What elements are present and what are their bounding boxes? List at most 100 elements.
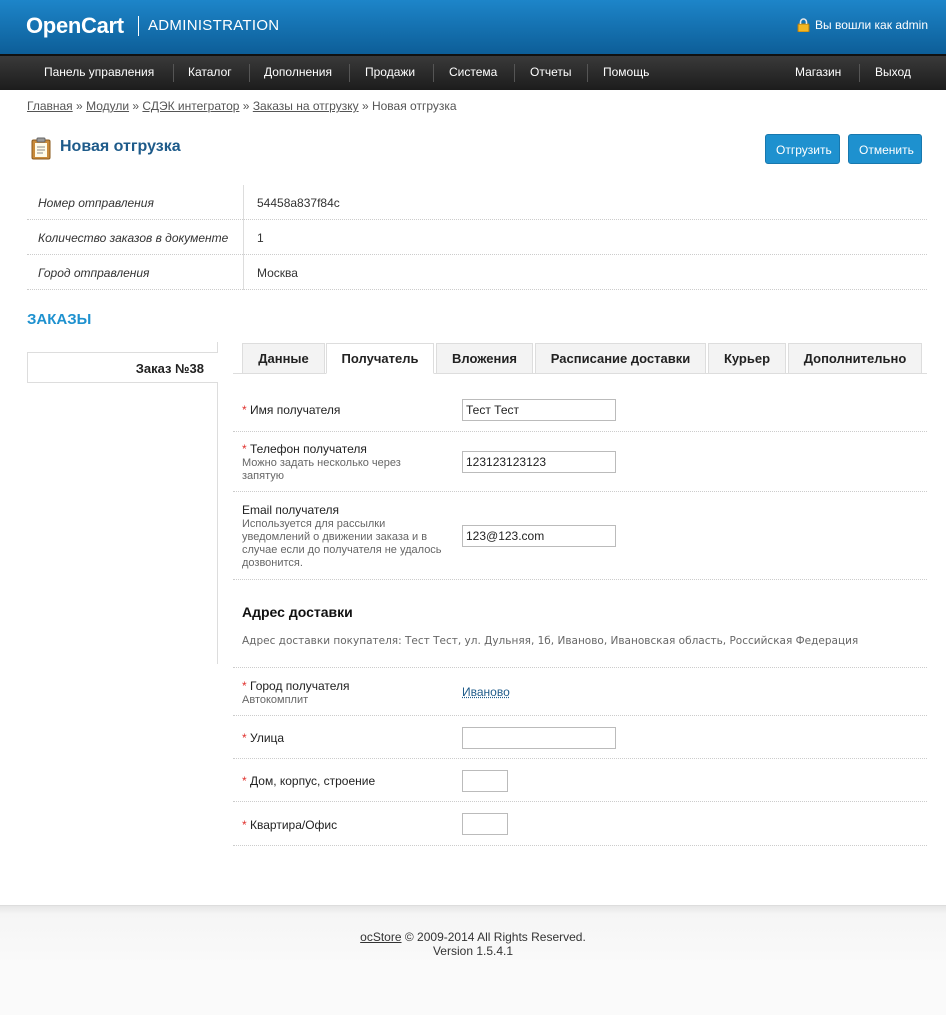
info-row-departure-city: Город отправления Москва: [27, 255, 927, 290]
form-row-email: Email получателя Используется для рассыл…: [233, 492, 927, 580]
logo-divider: [138, 16, 139, 36]
order-tab[interactable]: Заказ №38: [27, 352, 218, 383]
form-row-city: * Город получателя Автокомплит Иваново: [233, 668, 927, 716]
required-mark: *: [242, 731, 247, 745]
address-section-title: Адрес доставки: [242, 604, 353, 620]
breadcrumb-current: Новая отгрузка: [371, 99, 457, 113]
menu-divider: [249, 64, 250, 82]
city-label: * Город получателя: [242, 679, 350, 693]
logo[interactable]: OpenCart: [26, 13, 124, 39]
flat-label: * Квартира/Офис: [242, 818, 337, 832]
menu-extensions[interactable]: Дополнения: [264, 65, 332, 79]
cancel-button[interactable]: Отменить: [848, 134, 922, 164]
menu-system[interactable]: Система: [449, 65, 497, 79]
menu-divider: [859, 64, 860, 82]
city-help: Автокомплит: [242, 694, 309, 706]
name-label-text: Имя получателя: [250, 403, 341, 417]
form-row-street: * Улица: [233, 716, 927, 759]
house-label-text: Дом, корпус, строение: [250, 774, 376, 788]
phone-label: * Телефон получателя: [242, 442, 367, 456]
recipient-phone-input[interactable]: [462, 451, 616, 473]
form-row-phone: * Телефон получателя Можно задать нескол…: [233, 432, 927, 492]
info-divider: [243, 185, 244, 220]
breadcrumb-separator: »: [361, 99, 369, 113]
breadcrumb-separator: »: [76, 99, 83, 113]
phone-label-text: Телефон получателя: [250, 442, 367, 456]
admin-label: ADMINISTRATION: [148, 17, 280, 34]
tab-delivery-schedule[interactable]: Расписание доставки: [535, 343, 706, 374]
breadcrumb-shipment-orders[interactable]: Заказы на отгрузку: [253, 99, 359, 113]
menu-help[interactable]: Помощь: [603, 65, 649, 79]
menu-catalog[interactable]: Каталог: [188, 65, 232, 79]
email-help: Используется для рассылки уведомлений о …: [242, 518, 442, 569]
tab-data[interactable]: Данные: [242, 343, 325, 374]
name-label: * Имя получателя: [242, 403, 340, 417]
orders-section-title: ЗАКАЗЫ: [27, 311, 92, 328]
street-label: * Улица: [242, 731, 284, 745]
vtabs-divider: [217, 342, 218, 664]
email-label: Email получателя: [242, 503, 340, 517]
required-mark: *: [242, 403, 247, 417]
breadcrumb-separator: »: [242, 99, 250, 113]
menu-sales[interactable]: Продажи: [365, 65, 415, 79]
breadcrumb-modules[interactable]: Модули: [86, 99, 129, 113]
footer-version: Version 1.5.4.1: [432, 944, 514, 958]
menu-logout[interactable]: Выход: [875, 65, 911, 79]
info-label: Номер отправления: [38, 196, 154, 210]
city-label-text: Город получателя: [250, 679, 350, 693]
required-mark: *: [242, 818, 247, 832]
form-row-name: * Имя получателя: [233, 388, 927, 432]
house-label: * Дом, корпус, строение: [242, 774, 375, 788]
info-row-orders-count: Количество заказов в документе 1: [27, 220, 927, 255]
menu-divider: [349, 64, 350, 82]
menu-divider: [514, 64, 515, 82]
top-header: OpenCart ADMINISTRATION Вы вошли как adm…: [0, 0, 946, 54]
order-tab-label: Заказ №38: [135, 361, 204, 376]
house-input[interactable]: [462, 770, 508, 792]
lock-icon: [797, 18, 810, 32]
recipient-email-input[interactable]: [462, 525, 616, 547]
form-row-house: * Дом, корпус, строение: [233, 759, 927, 802]
breadcrumb-home[interactable]: Главная: [27, 99, 73, 113]
customer-address: Адрес доставки покупателя: Тест Тест, ул…: [242, 635, 859, 647]
breadcrumb-cdek[interactable]: СДЭК интегратор: [142, 99, 239, 113]
tab-additional[interactable]: Дополнительно: [788, 343, 922, 374]
recipient-name-input[interactable]: [462, 399, 616, 421]
recipient-city-link[interactable]: Иваново: [462, 685, 510, 699]
clipboard-icon: [31, 137, 51, 160]
breadcrumb: Главная » Модули » СДЭК интегратор » Зак…: [27, 99, 457, 113]
copyright-text: © 2009-2014 All Rights Reserved.: [404, 930, 586, 944]
logged-in-text: Вы вошли как admin: [815, 18, 928, 32]
street-input[interactable]: [462, 727, 616, 749]
breadcrumb-separator: »: [132, 99, 140, 113]
form-row-flat: * Квартира/Офис: [233, 802, 927, 846]
phone-help: Можно задать несколько через запятую: [242, 457, 401, 482]
street-label-text: Улица: [250, 731, 285, 745]
tab-attachments[interactable]: Вложения: [436, 343, 533, 374]
info-label: Количество заказов в документе: [38, 231, 229, 245]
ship-button[interactable]: Отгрузить: [765, 134, 840, 164]
menu-reports[interactable]: Отчеты: [530, 65, 571, 79]
footer: ocStore © 2009-2014 All Rights Reserved.…: [0, 905, 946, 1015]
flat-input[interactable]: [462, 813, 508, 835]
menu-divider: [587, 64, 588, 82]
main-menu: Панель управления Каталог Дополнения Про…: [0, 54, 946, 90]
required-mark: *: [242, 679, 247, 693]
tab-courier[interactable]: Курьер: [708, 343, 786, 374]
footer-copyright: ocStore © 2009-2014 All Rights Reserved.: [0, 930, 946, 944]
info-label: Город отправления: [38, 266, 150, 280]
ocstore-link[interactable]: ocStore: [360, 930, 401, 944]
info-divider: [243, 255, 244, 290]
logged-in-status: Вы вошли как admin: [797, 18, 928, 32]
menu-store[interactable]: Магазин: [795, 65, 841, 79]
page-title: Новая отгрузка: [60, 138, 181, 155]
info-value: 54458a837f84c: [257, 196, 340, 210]
flat-label-text: Квартира/Офис: [250, 818, 338, 832]
menu-divider: [173, 64, 174, 82]
menu-divider: [433, 64, 434, 82]
info-value: 1: [257, 231, 264, 245]
required-mark: *: [242, 442, 247, 456]
tab-recipient[interactable]: Получатель: [326, 343, 434, 374]
menu-dashboard[interactable]: Панель управления: [44, 65, 154, 79]
required-mark: *: [242, 774, 247, 788]
